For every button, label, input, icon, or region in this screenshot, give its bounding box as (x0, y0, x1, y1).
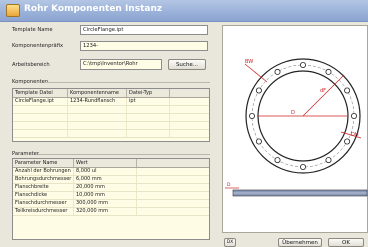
column-header-filler (137, 159, 209, 167)
table-cell: Anzahl der Bohrungen (13, 168, 74, 175)
table-cell: 20,000 mm (74, 184, 137, 191)
app-icon (6, 4, 20, 17)
flange-drawing-panel: BW D dF DH D (222, 25, 368, 233)
table-row[interactable]: CircleFlange.ipt 1234-Rundflansch ipt (13, 98, 209, 106)
template-name-label: Template Name (12, 27, 53, 33)
empty-row (13, 122, 209, 130)
table-cell: Flanschdicke (13, 192, 74, 199)
workspace-label: Arbeitsbereich (12, 62, 50, 68)
flange-drawing: BW D dF DH D (225, 58, 368, 197)
table-cell-filler (170, 98, 209, 105)
prefix-input[interactable]: 1234- (80, 41, 208, 51)
components-header-row: Template Datei Komponentenname Datei-Typ (13, 89, 209, 98)
components-heading: Komponenten (12, 79, 49, 85)
empty-row (13, 130, 209, 138)
table-cell: Flanschdurchmesser (13, 200, 74, 207)
dim-label-hole: BW (245, 59, 253, 65)
prefix-label: Komponentenpräfix (12, 43, 64, 49)
table-cell: Teilkreisdurchmesser (13, 208, 74, 215)
table-cell: 300,000 mm (74, 200, 137, 207)
column-header[interactable]: Template Datei (13, 89, 68, 97)
table-cell: Bohrungsdurchmesser (13, 176, 74, 183)
components-table[interactable]: Template Datei Komponentenname Datei-Typ… (12, 88, 210, 142)
column-header[interactable]: Wert (74, 159, 137, 167)
template-name-field[interactable]: CircleFlange.ipt (80, 25, 208, 35)
empty-row (13, 106, 209, 114)
table-cell: 6,000 mm (74, 176, 137, 183)
table-cell: CircleFlange.ipt (13, 98, 68, 105)
table-cell: 8,000 ul (74, 168, 137, 175)
dim-label-diameter: D (291, 110, 295, 116)
table-cell: 1234-Rundflansch (68, 98, 127, 105)
profile-label: D (227, 182, 231, 188)
dimension-lines (225, 63, 362, 189)
column-header-filler (170, 89, 209, 97)
dim-label-dh: DH (351, 132, 359, 138)
table-row[interactable]: Teilkreisdurchmesser 320,000 mm (13, 208, 209, 216)
column-header[interactable]: Datei-Typ (127, 89, 170, 97)
window-title: Rohr Komponenten Instanz (24, 4, 163, 14)
parameters-table[interactable]: Parameter Name Wert Anzahl der Bohrungen… (12, 158, 210, 240)
dim-label-df: dF (320, 88, 326, 94)
apply-button[interactable]: Übernehmen (278, 238, 322, 247)
table-cell: 320,000 mm (74, 208, 137, 215)
table-cell: ipt (127, 98, 170, 105)
components-divider (44, 82, 210, 83)
dx-button[interactable]: DX (224, 238, 236, 247)
table-cell: Flanschbreite (13, 184, 74, 191)
column-header[interactable]: Komponentenname (68, 89, 127, 97)
parameters-heading: Parameter (12, 151, 39, 157)
ok-button[interactable]: OK (328, 238, 364, 247)
workspace-input[interactable]: C:\tmp\Inventor\Rohr (80, 59, 162, 70)
table-row[interactable]: Anzahl der Bohrungen 8,000 ul (13, 168, 209, 176)
table-row[interactable]: Flanschdurchmesser 300,000 mm (13, 200, 209, 208)
table-row[interactable]: Bohrungsdurchmesser 6,000 mm (13, 176, 209, 184)
column-header[interactable]: Parameter Name (13, 159, 74, 167)
table-cell: 10,000 mm (74, 192, 137, 199)
search-button[interactable]: Suche... (168, 59, 206, 70)
table-row[interactable]: Flanschbreite 20,000 mm (13, 184, 209, 192)
parameters-divider (38, 154, 210, 155)
empty-row (13, 114, 209, 122)
table-row[interactable]: Flanschdicke 10,000 mm (13, 192, 209, 200)
parameters-header-row: Parameter Name Wert (13, 159, 209, 168)
